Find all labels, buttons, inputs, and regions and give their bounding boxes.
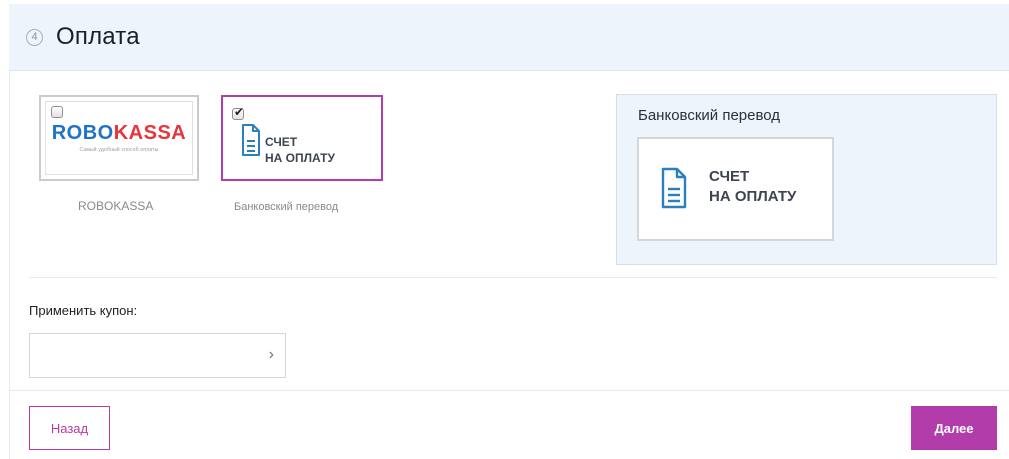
robokassa-logo-kassa: KASSA: [113, 122, 187, 144]
robokassa-caption: ROBOKASSA: [78, 199, 154, 213]
coupon-field: ›: [29, 333, 286, 378]
robokassa-logo-text: ROBOKASSA: [52, 123, 187, 143]
checkout-page: 4 Оплата ROBOKASSA Самый удобный способ …: [0, 0, 1009, 459]
chevron-right-icon[interactable]: ›: [269, 347, 274, 363]
page-title: Оплата: [56, 23, 140, 50]
section-divider: [29, 277, 997, 278]
bank-transfer-caption: Банковский перевод: [234, 201, 339, 213]
checkmark-icon: ✔: [234, 105, 245, 119]
next-button[interactable]: Далее: [911, 406, 997, 450]
selected-method-title: Банковский перевод: [638, 107, 781, 124]
step-header: 4 Оплата: [9, 4, 1009, 71]
bank-transfer-checkbox[interactable]: ✔: [232, 105, 245, 120]
robokassa-tagline: Самый удобный способ оплаты: [79, 147, 159, 153]
document-icon-large: [661, 167, 687, 209]
robokassa-logo-robo: ROBO: [51, 122, 114, 144]
footer-divider: [9, 390, 1009, 391]
robokassa-checkbox[interactable]: [51, 106, 63, 118]
bank-invoice-line-2: НА ОПЛАТУ: [265, 151, 335, 166]
back-button[interactable]: Назад: [29, 406, 110, 450]
robokassa-logo: ROBOKASSA Самый удобный способ оплаты: [45, 101, 193, 175]
payment-method-robokassa[interactable]: ROBOKASSA Самый удобный способ оплаты: [39, 95, 199, 181]
document-icon: [242, 124, 260, 156]
step-number-badge: 4: [26, 28, 43, 46]
bank-invoice-label: СЧЕТ НА ОПЛАТУ: [265, 134, 335, 166]
selected-invoice-line-1: СЧЕТ: [709, 168, 750, 185]
selected-invoice-label: СЧЕТ НА ОПЛАТУ: [709, 167, 796, 208]
bank-invoice-line-1: СЧЕТ: [265, 135, 298, 149]
coupon-label: Применить купон:: [29, 303, 138, 318]
selected-invoice-line-2: НА ОПЛАТУ: [709, 188, 797, 206]
coupon-input[interactable]: [30, 334, 255, 377]
